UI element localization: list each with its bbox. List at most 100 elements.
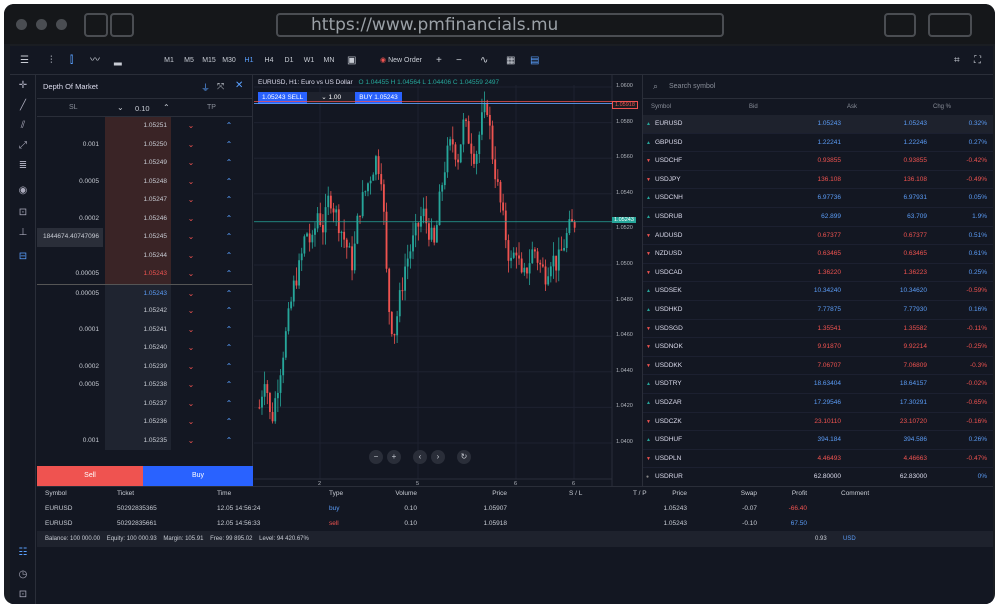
indicator-icon[interactable]: ∿ (480, 53, 488, 68)
chevron-down-icon[interactable]: ⌄ (185, 302, 197, 321)
market-row[interactable]: ▲ GBPUSD 1.22241 1.22246 0.27% (643, 134, 993, 153)
dom-price[interactable]: 1.05243 (105, 284, 171, 302)
dom-icon[interactable]: ⊟ (17, 251, 29, 263)
timeframe-h1[interactable]: H1 (240, 53, 258, 68)
market-row[interactable]: ▼ USDDKK 7.06707 7.06809 -0.3% (643, 357, 993, 376)
dom-price[interactable]: 1.05238 (105, 376, 171, 395)
chevron-up-icon[interactable]: ⌃ (223, 136, 235, 155)
channel-icon[interactable]: ⫽ (17, 120, 29, 132)
chevron-down-icon[interactable]: ⌄ (185, 376, 197, 395)
scroll-left-button[interactable]: ‹ (413, 450, 427, 464)
screenshot-icon[interactable]: ▣ (347, 53, 356, 68)
market-row[interactable]: ▲ EURUSD 1.05243 1.05243 0.32% (643, 115, 993, 134)
close-icon[interactable]: ✕ (235, 80, 243, 91)
market-row[interactable]: ● USDRUR 62.80000 62.83000 0% (643, 468, 993, 487)
positions-header-cell[interactable]: Type (329, 487, 343, 501)
positions-header-cell[interactable]: S / L (569, 487, 582, 501)
timeframe-m30[interactable]: M30 (220, 53, 238, 68)
timeframe-w1[interactable]: W1 (300, 53, 318, 68)
camera-icon[interactable]: ⌗ (954, 53, 960, 68)
market-row[interactable]: ▼ USDPLN 4.46493 4.46663 -0.47% (643, 450, 993, 469)
market-row[interactable]: ▲ USDSEK 10.34240 10.34620 -0.59% (643, 282, 993, 301)
dom-price[interactable]: 1.05239 (105, 357, 171, 376)
zoom-out-button[interactable]: − (456, 53, 462, 68)
eye-icon[interactable]: ◉ (17, 185, 29, 197)
pin-icon[interactable]: ⏚ (201, 81, 210, 94)
market-row[interactable]: ▼ USDNOK 9.91870 9.92214 -0.25% (643, 338, 993, 357)
lot-input[interactable]: ⌄ 1.00 (307, 92, 356, 104)
calendar-icon[interactable]: ▦ (506, 53, 515, 68)
dom-price[interactable]: 1.05237 (105, 394, 171, 413)
expand-icon[interactable]: ⤧ (217, 81, 224, 92)
header-symbol[interactable]: Symbol (651, 99, 671, 115)
timeframe-h4[interactable]: H4 (260, 53, 278, 68)
chevron-down-icon[interactable]: ⌄ (185, 154, 197, 173)
chevron-down-icon[interactable]: ⌄ (117, 103, 124, 112)
crosshair-icon[interactable]: ✛ (17, 80, 29, 92)
positions-header-cell[interactable]: Profit (757, 487, 807, 501)
market-row[interactable]: ▼ AUDUSD 0.67377 0.67377 0.51% (643, 227, 993, 246)
buy-button[interactable]: Buy (143, 466, 253, 486)
market-row[interactable]: ▼ USDJPY 136.108 136.108 -0.49% (643, 171, 993, 190)
fullscreen-icon[interactable]: ⛶ (974, 53, 981, 68)
chevron-down-icon[interactable]: ⌄ (185, 173, 197, 192)
chevron-up-icon[interactable]: ⌃ (223, 265, 235, 284)
dom-price[interactable]: 1.05249 (105, 154, 171, 173)
dom-price[interactable]: 1.05236 (105, 413, 171, 432)
chevron-down-icon[interactable]: ⌄ (185, 358, 197, 377)
zoom-in-button[interactable]: + (436, 53, 442, 68)
dom-price[interactable]: 1.05241 (105, 320, 171, 339)
chevron-down-icon[interactable]: ⌄ (185, 117, 197, 136)
one-click-buy-button[interactable]: BUY 1.05243 (355, 92, 402, 104)
chevron-up-icon[interactable]: ⌃ (223, 413, 235, 432)
market-row[interactable]: ▼ NZDUSD 0.63465 0.63465 0.61% (643, 245, 993, 264)
timeframe-m15[interactable]: M15 (200, 53, 218, 68)
positions-header-cell[interactable]: Comment (841, 487, 869, 501)
url-bar[interactable]: https://www.pmfinancials.mu (276, 13, 724, 37)
chevron-up-icon[interactable]: ⌃ (223, 117, 235, 136)
chevron-up-icon[interactable]: ⌃ (223, 285, 235, 303)
chevron-up-icon[interactable]: ⌃ (223, 228, 235, 247)
chevron-down-icon[interactable]: ⌄ (185, 285, 197, 303)
chevron-down-icon[interactable]: ⌄ (185, 210, 197, 229)
dom-price[interactable]: 1.05242 (105, 302, 171, 321)
chevron-down-icon[interactable]: ⌄ (185, 247, 197, 266)
chevron-down-icon[interactable]: ⌄ (185, 265, 197, 284)
header-ask[interactable]: Ask (847, 99, 857, 115)
lock-icon[interactable]: ⊡ (17, 207, 29, 219)
header-change[interactable]: Chg % (933, 99, 951, 115)
positions-header-cell[interactable]: Price (457, 487, 507, 501)
dom-price[interactable]: 1.05235 (105, 431, 171, 450)
symbol-search[interactable]: ⌕ Search symbol (643, 75, 993, 99)
dom-price[interactable]: 1.05244 (105, 246, 171, 265)
scroll-right-button[interactable]: › (431, 450, 445, 464)
browser-button[interactable] (884, 13, 916, 37)
chevron-down-icon[interactable]: ⌄ (185, 339, 197, 358)
fibonacci-icon[interactable]: ≣ (17, 160, 29, 172)
positions-header-cell[interactable]: Ticket (117, 487, 134, 501)
chevron-up-icon[interactable]: ⌃ (163, 103, 170, 112)
chevron-up-icon[interactable]: ⌃ (223, 247, 235, 266)
header-bid[interactable]: Bid (749, 99, 758, 115)
line-chart-icon[interactable]: 〰 (90, 53, 100, 68)
window-dot[interactable] (16, 19, 27, 30)
chevron-down-icon[interactable]: ⌄ (185, 432, 197, 451)
search-input[interactable]: Search symbol (669, 83, 715, 90)
chevron-up-icon[interactable]: ⌃ (223, 154, 235, 173)
chevron-up-icon[interactable]: ⌃ (223, 358, 235, 377)
window-dot[interactable] (36, 19, 47, 30)
ray-icon[interactable]: ⤢ (17, 140, 29, 152)
dom-price[interactable]: 1.05240 (105, 339, 171, 358)
chevron-up-icon[interactable]: ⌃ (223, 302, 235, 321)
positions-header-cell[interactable]: Symbol (45, 487, 67, 501)
chevron-up-icon[interactable]: ⌃ (223, 432, 235, 451)
new-order-button[interactable]: ◉ New Order (370, 53, 432, 68)
positions-header-cell[interactable]: Price (637, 487, 687, 501)
market-row[interactable]: ▲ USDTRY 18.63404 18.64157 -0.02% (643, 375, 993, 394)
chevron-up-icon[interactable]: ⌃ (223, 339, 235, 358)
menu-icon[interactable]: ☰ (20, 53, 29, 68)
positions-header-cell[interactable]: Time (217, 487, 231, 501)
chevron-up-icon[interactable]: ⌃ (223, 191, 235, 210)
zoom-in-chart-button[interactable]: + (387, 450, 401, 464)
market-row[interactable]: ▲ USDCNH 6.97736 6.97931 0.05% (643, 189, 993, 208)
